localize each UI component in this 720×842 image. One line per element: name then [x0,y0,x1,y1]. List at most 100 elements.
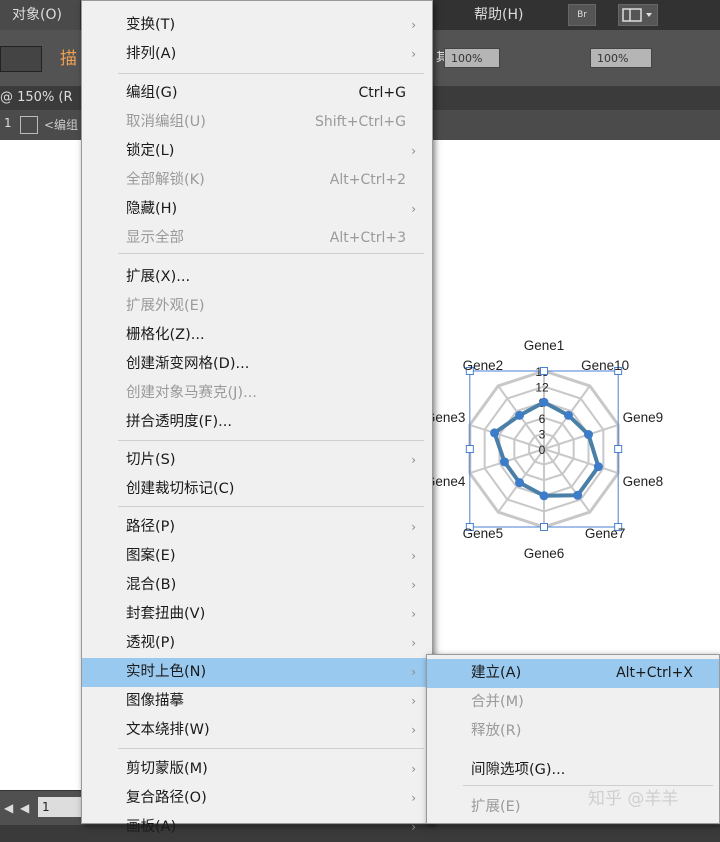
menu-item-label: 栅格化(Z)... [126,327,205,343]
menu-help[interactable]: 帮助(H) [474,0,523,30]
submenu-arrow-icon: › [411,820,416,834]
menu-item-label: 全部解锁(K) [126,172,205,188]
menu-item-shortcut: Alt+Ctrl+3 [329,230,406,246]
submenu-item[interactable]: 间隙选项(G)... [427,756,719,785]
radar-data-point [515,478,525,488]
menu-item[interactable]: 编组(G) Ctrl+G [82,79,432,108]
menu-item[interactable]: 全部解锁(K) Alt+Ctrl+2 [82,166,432,195]
menu-item[interactable]: 文本绕排(W) › [82,716,432,745]
radar-spoke [469,423,545,450]
menu-item[interactable]: 显示全部 Alt+Ctrl+3 [82,224,432,253]
radar-data-point [584,430,594,440]
menu-item[interactable]: 排列(A) › [82,40,432,69]
submenu-arrow-icon: › [411,202,416,216]
isolation-label: <编组 [44,118,79,132]
radar-data-point [499,457,509,467]
prev-page-arrow-icon[interactable]: ◀ [4,801,13,815]
submenu-item-label: 建立(A) [471,665,522,681]
prev-page-icon[interactable]: ◀ [20,801,29,815]
document-tab[interactable]: @ 150% (R [0,86,73,110]
submenu-item-label: 间隙选项(G)... [471,762,566,778]
selection-handle [614,445,623,453]
menu-item[interactable]: 画板(A) › [82,813,432,842]
bridge-icon[interactable]: Br [568,4,596,26]
menu-item[interactable]: 实时上色(N) › [82,658,432,687]
menu-item[interactable]: 复合路径(O) › [82,784,432,813]
menu-item-label: 图案(E) [126,548,176,564]
workspace-layout-icon[interactable] [618,4,658,26]
opacity-field-b[interactable]: 100% [590,48,652,68]
submenu-item-label: 扩展(E) [471,799,521,815]
menu-item-label: 画板(A) [126,819,177,835]
menu-item[interactable]: 路径(P) › [82,513,432,542]
menu-item-label: 拼合透明度(F)... [126,414,232,430]
submenu-item-label: 合并(M) [471,694,524,710]
menu-item-label: 扩展(X)... [126,269,191,285]
submenu-item-shortcut: Alt+Ctrl+X [616,665,693,681]
submenu-item[interactable]: 建立(A) Alt+Ctrl+X [427,659,719,688]
radar-data-point [573,490,583,500]
menu-item[interactable]: 混合(B) › [82,571,432,600]
radar-category-label: Gene10 [581,358,629,373]
menu-item[interactable]: 隐藏(H) › [82,195,432,224]
radar-data-point [515,410,525,420]
radar-category-label: Gene6 [524,546,565,561]
selection-handle [465,445,474,453]
menu-item[interactable]: 剪切蒙版(M) › [82,755,432,784]
menu-item[interactable]: 创建渐变网格(D)... [82,350,432,379]
menu-item-label: 变换(T) [126,17,176,33]
menu-separator [118,748,424,749]
menu-item[interactable]: 封套扭曲(V) › [82,600,432,629]
submenu-arrow-icon: › [411,47,416,61]
menu-item-shortcut: Alt+Ctrl+2 [329,172,406,188]
submenu-arrow-icon: › [411,636,416,650]
submenu-item[interactable]: 释放(R) [427,717,719,746]
menu-item[interactable]: 锁定(L) › [82,137,432,166]
stroke-swatch[interactable] [0,46,42,72]
selection-handle [540,523,548,531]
menu-separator [118,440,424,441]
menu-item-label: 封套扭曲(V) [126,606,206,622]
menu-object[interactable]: 对象(O) [0,0,80,30]
menu-item-label: 文本绕排(W) [126,722,210,738]
submenu-arrow-icon: › [411,578,416,592]
radar-category-label: Gene5 [463,526,504,541]
radar-category-label: Gene7 [585,526,626,541]
menu-item[interactable]: 取消编组(U) Shift+Ctrl+G [82,108,432,137]
submenu-arrow-icon: › [411,607,416,621]
menu-item[interactable]: 变换(T) › [82,11,432,40]
submenu-arrow-icon: › [411,144,416,158]
radar-data-point [563,410,573,420]
menu-item[interactable]: 图像描摹 › [82,687,432,716]
menu-item[interactable]: 透视(P) › [82,629,432,658]
watermark: 知乎 @羊羊 [588,789,679,809]
radar-spoke [543,448,619,475]
menu-item[interactable]: 创建裁切标记(C) [82,475,432,504]
menu-item-label: 剪切蒙版(M) [126,761,208,777]
radar-tick-label: 12 [535,381,549,395]
radar-tick-label: 6 [539,412,546,426]
menu-item-label: 复合路径(O) [126,790,207,806]
menu-item[interactable]: 图案(E) › [82,542,432,571]
radar-data-point [539,491,549,501]
menu-item-label: 编组(G) [126,85,178,101]
opacity-field-a[interactable]: 100% [444,48,500,68]
menu-item[interactable]: 扩展(X)... [82,263,432,292]
group-icon[interactable] [20,116,38,134]
menu-item[interactable]: 切片(S) › [82,446,432,475]
radar-category-label: Gene1 [524,338,565,353]
menu-item[interactable]: 栅格化(Z)... [82,321,432,350]
page-number-field[interactable]: 1 [38,797,82,817]
menu-item-label: 扩展外观(E) [126,298,205,314]
radar-data-point [490,428,500,438]
menu-item[interactable]: 创建对象马赛克(J)... [82,379,432,408]
submenu-item[interactable]: 合并(M) [427,688,719,717]
menu-item-label: 透视(P) [126,635,176,651]
menu-item[interactable]: 扩展外观(E) [82,292,432,321]
menu-item-label: 取消编组(U) [126,114,206,130]
submenu-arrow-icon: › [411,791,416,805]
menu-item[interactable]: 拼合透明度(F)... [82,408,432,437]
menu-item-shortcut: Shift+Ctrl+G [314,114,406,130]
submenu-arrow-icon: › [411,762,416,776]
menu-separator [118,73,424,74]
